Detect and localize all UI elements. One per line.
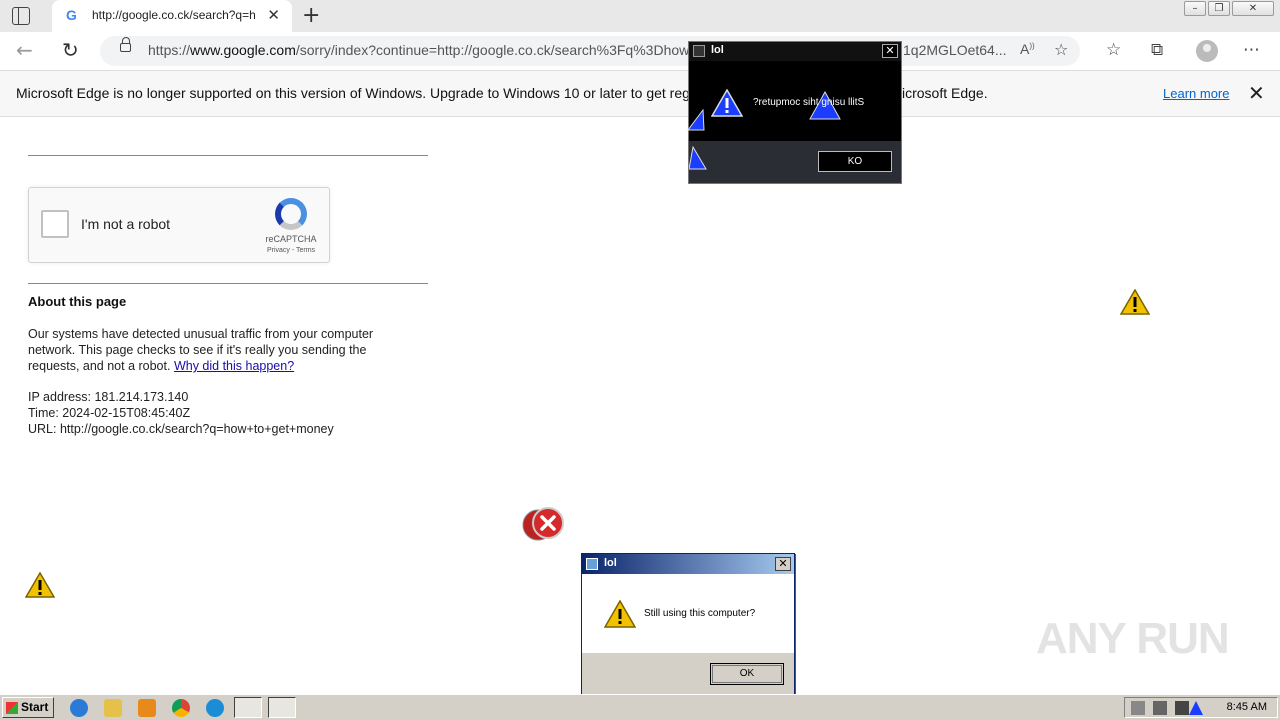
media-player-icon[interactable] xyxy=(138,699,156,717)
infobar-close-icon[interactable]: ✕ xyxy=(1248,81,1265,105)
app-icon xyxy=(586,558,598,570)
back-arrow-icon[interactable]: ← xyxy=(16,38,33,62)
recaptcha-brand: reCAPTCHA xyxy=(265,234,317,244)
dialog-title: lol xyxy=(711,44,724,56)
add-favorite-icon[interactable]: ☆ xyxy=(1054,40,1068,59)
message-dialog: lol ✕ Still using this computer? OK xyxy=(581,553,795,697)
divider-top xyxy=(28,155,428,156)
taskbar: Start 8:45 AM xyxy=(0,694,1280,720)
address-url-tail: 1q2MGLOet64... xyxy=(903,42,1007,58)
dialog-ko-button[interactable]: KO xyxy=(818,151,892,172)
divider-bottom xyxy=(28,283,428,284)
warning-inverted-icon xyxy=(1189,701,1203,715)
collections-icon[interactable]: ⧉ xyxy=(1151,40,1163,60)
new-tab-plus-icon[interactable]: + xyxy=(302,3,320,28)
why-link[interactable]: Why did this happen? xyxy=(174,359,294,373)
anyrun-watermark: ANY RUN xyxy=(1036,614,1230,663)
more-menu-icon[interactable]: ⋯ xyxy=(1243,40,1260,60)
dialog-title: lol xyxy=(604,557,617,569)
browser-title-bar: G http://google.co.ck/search?q=h ✕ + – ❐… xyxy=(0,0,1280,32)
app-icon xyxy=(693,45,705,57)
dialog-body: Still using this computer? xyxy=(582,574,794,653)
dialog-title-bar: lol ✕ xyxy=(582,554,794,574)
dialog-close-button[interactable]: ✕ xyxy=(775,557,791,571)
network-icon[interactable] xyxy=(1153,701,1167,715)
dialog-ok-button[interactable]: OK xyxy=(710,663,784,685)
folder-icon[interactable] xyxy=(104,699,122,717)
dialog-footer: OK xyxy=(582,653,794,696)
dialog-message: ?retupmoc siht gnisu llitS xyxy=(753,97,865,108)
window-close-button[interactable]: ✕ xyxy=(1232,1,1274,16)
error-x-icon xyxy=(520,507,566,541)
dialog-close-button[interactable]: ✕ xyxy=(882,44,898,58)
dialog-message: Still using this computer? xyxy=(644,608,756,619)
browser-tab[interactable]: G http://google.co.ck/search?q=h ✕ xyxy=(52,0,292,32)
about-heading: About this page xyxy=(28,294,127,309)
edge-icon[interactable] xyxy=(206,699,224,717)
warning-inverted-icon xyxy=(689,146,707,170)
window-controls: – ❐ ✕ xyxy=(1184,1,1274,16)
restore-button[interactable]: ❐ xyxy=(1208,1,1230,16)
infobar-message: Microsoft Edge is no longer supported on… xyxy=(16,85,714,101)
privacy-terms-link[interactable]: Privacy - Terms xyxy=(259,247,323,254)
flag-icon[interactable] xyxy=(1175,701,1189,715)
recaptcha-widget: I'm not a robot reCAPTCHA Privacy - Term… xyxy=(28,187,330,263)
address-bar[interactable]: https://www.google.com/sorry/index?conti… xyxy=(100,36,1080,66)
reversed-message-dialog: lol ✕ ?retupmoc siht gnisu llitS KO xyxy=(687,41,902,184)
warning-inverted-icon xyxy=(687,109,705,131)
tab-close-icon[interactable]: ✕ xyxy=(267,6,280,24)
unsupported-os-infobar: Microsoft Edge is no longer supported on… xyxy=(0,71,1280,117)
warning-triangle-icon xyxy=(604,600,636,628)
clock: 8:45 AM xyxy=(1226,701,1267,713)
captcha-label: I'm not a robot xyxy=(81,216,171,232)
ip-address-line: IP address: 181.214.173.140 xyxy=(28,390,189,404)
warning-inverted-icon xyxy=(711,89,743,117)
minimize-button[interactable]: – xyxy=(1184,1,1206,16)
about-paragraph: Our systems have detected unusual traffi… xyxy=(28,326,408,374)
taskbar-window-button[interactable] xyxy=(268,697,296,718)
browser-toolbar: ← ↻ https://www.google.com/sorry/index?c… xyxy=(0,32,1280,71)
infobar-message-tail: icrosoft Edge. xyxy=(902,85,988,101)
google-favicon-icon: G xyxy=(66,7,77,23)
dialog-body: ?retupmoc siht gnisu llitS xyxy=(687,61,901,141)
time-line: Time: 2024-02-15T08:45:40Z xyxy=(28,406,191,420)
reload-icon[interactable]: ↻ xyxy=(62,38,79,62)
start-button[interactable]: Start xyxy=(2,697,54,718)
taskbar-window-button[interactable] xyxy=(234,697,262,718)
system-tray: 8:45 AM xyxy=(1124,697,1278,718)
warning-triangle-icon xyxy=(1120,289,1150,315)
tab-title: http://google.co.ck/search?q=h xyxy=(92,8,256,22)
profile-avatar[interactable] xyxy=(1196,40,1218,62)
chrome-icon[interactable] xyxy=(172,699,190,717)
learn-more-link[interactable]: Learn more xyxy=(1163,86,1229,101)
volume-icon[interactable] xyxy=(1131,701,1145,715)
ie-icon[interactable] xyxy=(70,699,88,717)
lock-icon[interactable] xyxy=(120,37,131,52)
url-line: URL: http://google.co.ck/search?q=how+to… xyxy=(28,422,334,436)
read-aloud-icon[interactable]: A)) xyxy=(1020,41,1035,57)
recaptcha-logo-icon xyxy=(275,198,307,230)
not-robot-checkbox[interactable] xyxy=(41,210,69,238)
favorites-icon[interactable]: ☆ xyxy=(1106,40,1121,60)
tab-actions-icon[interactable] xyxy=(12,7,30,25)
dialog-title-bar: lol ✕ xyxy=(689,42,901,61)
warning-triangle-icon xyxy=(25,572,55,598)
dialog-footer: KO xyxy=(689,141,901,183)
